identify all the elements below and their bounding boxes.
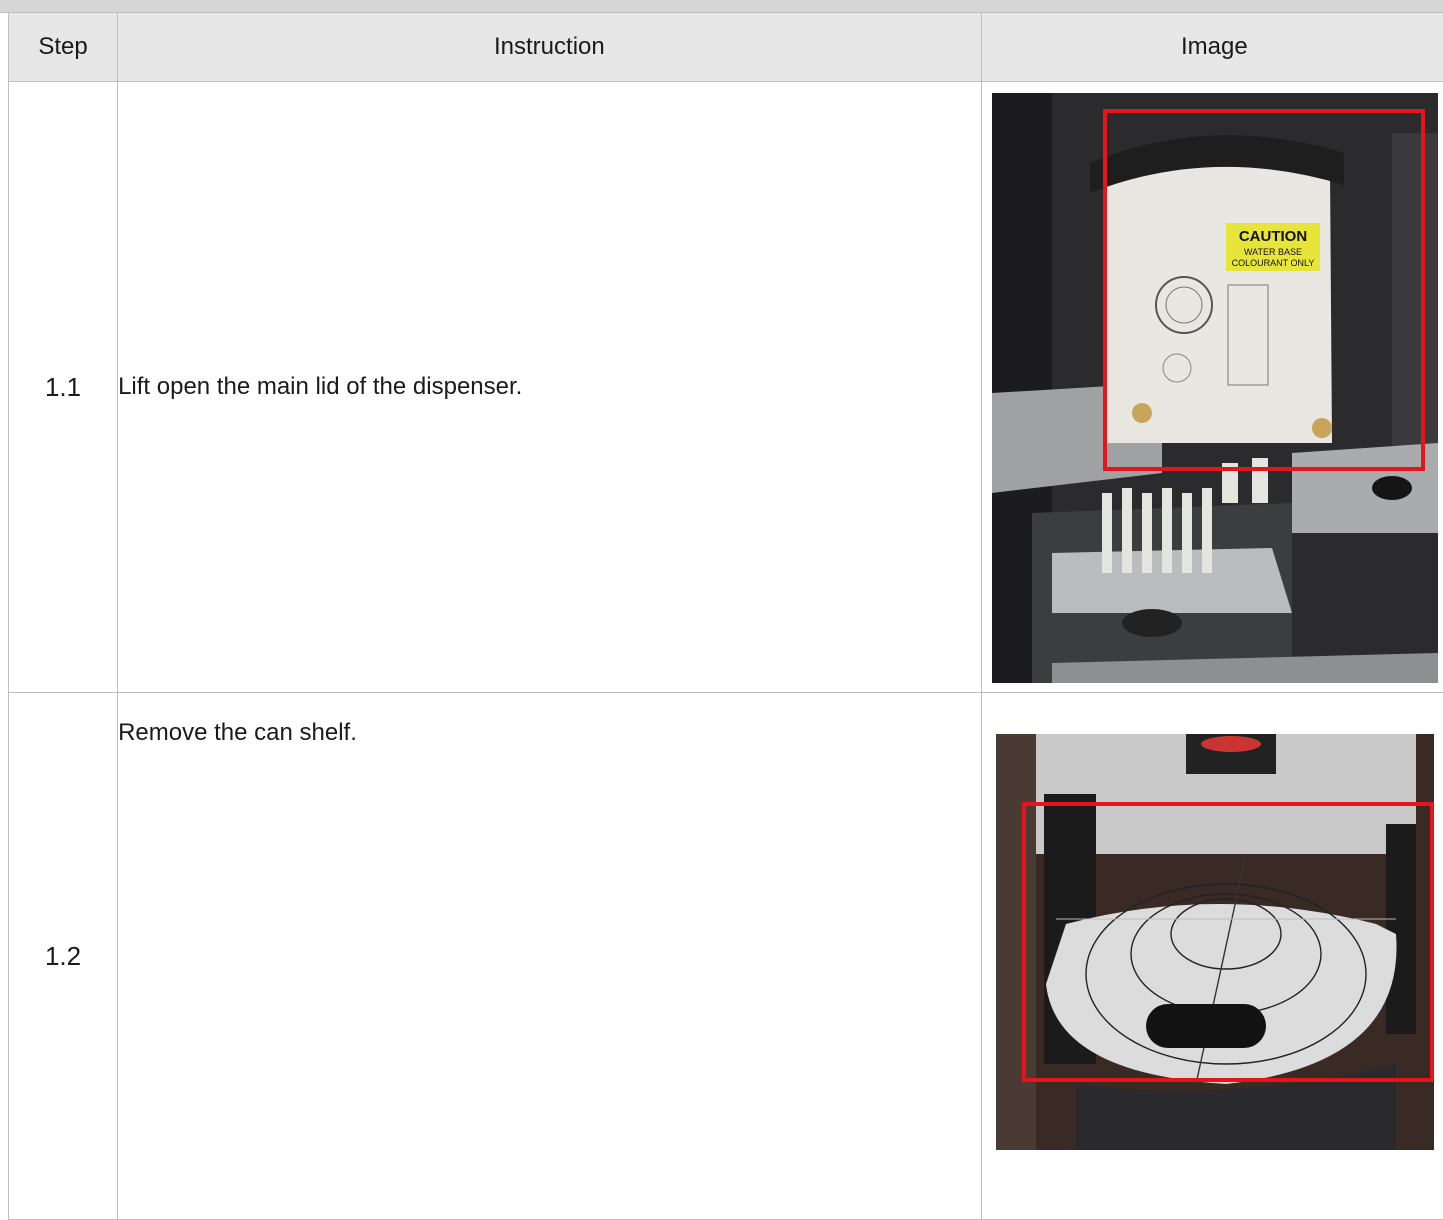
sticker-line-3: COLOURANT ONLY (1231, 258, 1314, 268)
sticker-caution: CAUTION (1238, 228, 1306, 245)
step-number: 1.2 (9, 693, 118, 1220)
step-number: 1.1 (9, 82, 118, 693)
image-cell (981, 693, 1443, 1220)
dispenser-lid-photo: CAUTION WATER BASE COLOURANT ONLY (992, 93, 1438, 683)
sticker-line-2: WATER BASE (1244, 247, 1302, 257)
instruction-table: Step Instruction Image 1.1 Lift open the… (8, 12, 1443, 1220)
instruction-text: Lift open the main lid of the dispenser. (118, 82, 982, 693)
table-header-row: Step Instruction Image (9, 13, 1443, 82)
image-cell: CAUTION WATER BASE COLOURANT ONLY (981, 82, 1443, 693)
table-row: 1.1 Lift open the main lid of the dispen… (9, 82, 1443, 693)
header-instruction: Instruction (118, 13, 982, 82)
can-shelf-photo (996, 734, 1434, 1150)
header-step: Step (9, 13, 118, 82)
instruction-text: Remove the can shelf. (118, 693, 982, 1220)
header-image: Image (981, 13, 1443, 82)
table-row: 1.2 Remove the can shelf. (9, 693, 1443, 1220)
